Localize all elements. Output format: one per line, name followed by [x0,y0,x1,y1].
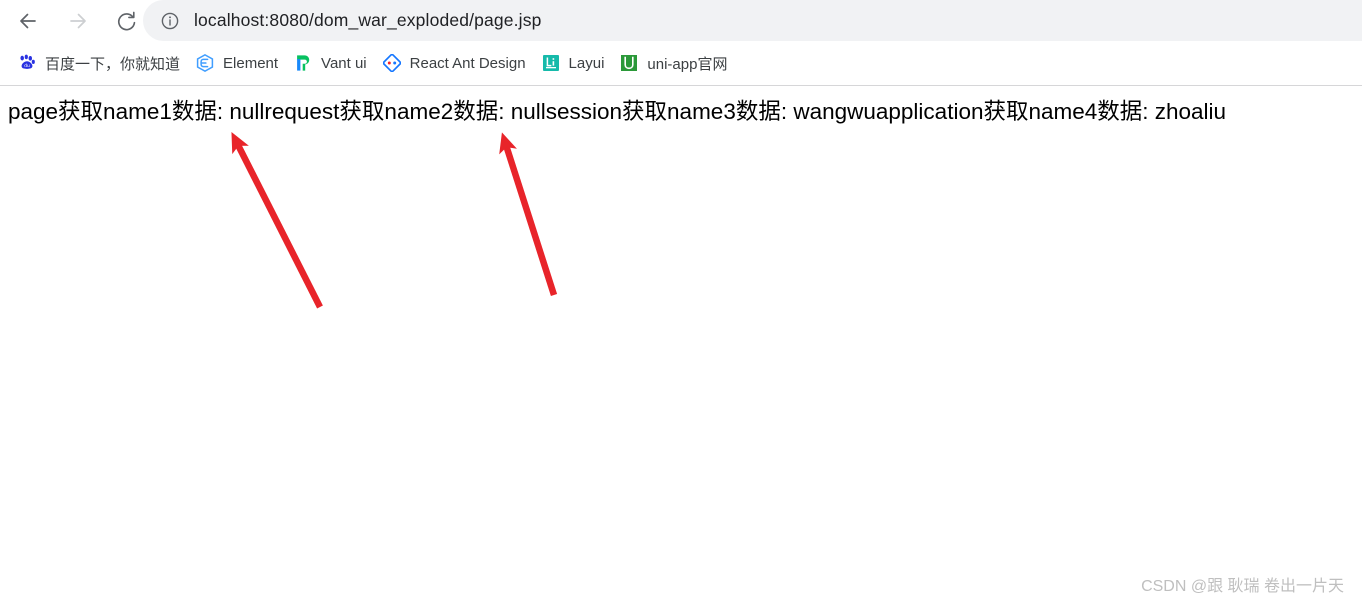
bookmark-label: Element [223,54,279,72]
jsp-scope-output-text: page获取name1数据: nullrequest获取name2数据: nul… [8,99,1227,124]
forward-button[interactable] [63,6,93,36]
bookmark-label: React Ant Design [409,54,526,72]
bookmark-label: Layui [568,54,605,72]
element-ui-icon [196,54,214,72]
back-button[interactable] [13,6,43,36]
bookmark-vant-ui[interactable]: Vant ui [286,49,375,77]
bookmark-label: uni-app官网 [647,55,728,73]
info-circle-icon[interactable] [160,11,180,31]
bookmark-baidu[interactable]: du 百度一下，你就知道 [10,49,188,77]
csdn-watermark: CSDN @跟 耿瑞 卷出一片天 [1141,578,1344,595]
bookmarks-bar: du 百度一下，你就知道 Element Vant ui React Ant D… [0,41,1362,85]
page-viewport: page获取name1数据: nullrequest获取name2数据: nul… [0,86,1362,604]
reload-icon [115,10,138,33]
bookmark-react-ant-design[interactable]: React Ant Design [375,49,534,77]
address-bar-url-text: localhost:8080/dom_war_exploded/page.jsp [194,10,542,30]
bookmark-uniapp[interactable]: uni-app官网 [612,49,735,77]
bookmark-layui[interactable]: Layui [534,49,613,77]
ant-design-icon [382,53,401,73]
vant-ui-icon [294,54,312,72]
svg-text:du: du [24,63,30,69]
bookmark-label: 百度一下，你就知道 [45,55,181,73]
address-bar[interactable]: localhost:8080/dom_war_exploded/page.jsp [143,0,1362,41]
bookmark-label: Vant ui [321,54,367,72]
uniapp-icon [620,54,638,72]
baidu-paw-icon: du [18,54,36,72]
layui-icon [542,54,560,72]
reload-button[interactable] [111,6,141,36]
bookmark-element[interactable]: Element [188,49,286,77]
browser-chrome: localhost:8080/dom_war_exploded/page.jsp… [0,0,1362,86]
arrow-left-icon [16,9,40,33]
navigation-toolbar: localhost:8080/dom_war_exploded/page.jsp [0,0,1362,41]
arrow-right-icon [66,9,90,33]
